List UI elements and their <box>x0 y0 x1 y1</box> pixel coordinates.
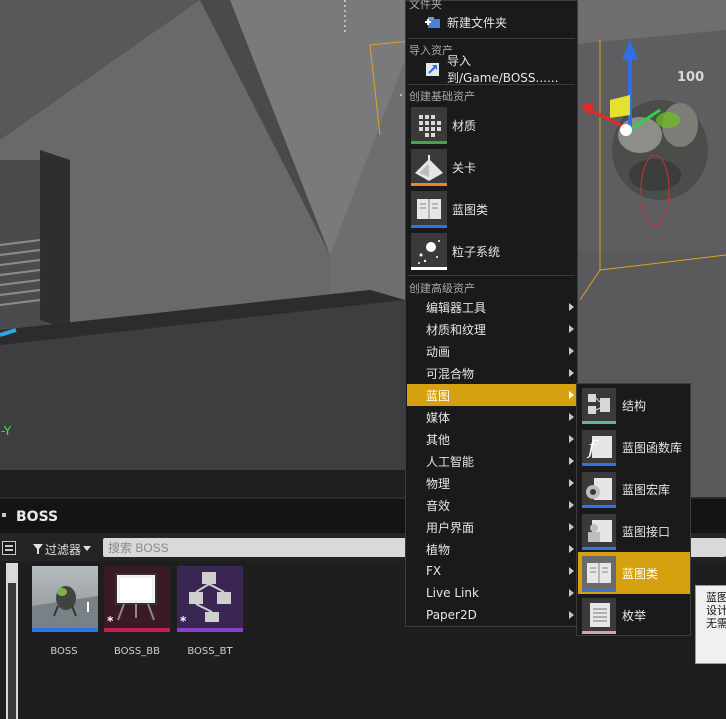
blueprint-class-icon <box>582 556 616 589</box>
tooltip-line-3: 无需 <box>706 617 726 630</box>
create-enum-item[interactable]: 枚举 <box>578 594 690 636</box>
folder-title: BOSS <box>16 509 59 525</box>
chevron-right-icon <box>569 501 574 509</box>
create-particle-system-item[interactable]: 粒子系统 <box>409 231 575 271</box>
blueprint-class-submenu-label: 蓝图类 <box>622 567 659 581</box>
folder-dot-icon <box>2 513 6 517</box>
menu-materials-textures[interactable]: 材质和纹理 <box>407 318 577 340</box>
create-structure-item[interactable]: 结构 <box>578 384 690 426</box>
menu-physics[interactable]: 物理 <box>407 472 577 494</box>
menu-miscellaneous[interactable]: 其他 <box>407 428 577 450</box>
asset-thumbnail <box>104 566 170 628</box>
asset-name-boss: BOSS <box>50 646 78 657</box>
chevron-right-icon <box>569 413 574 421</box>
import-item[interactable]: 导入到/Game/BOSS...... <box>425 54 577 85</box>
advanced-section-header: 创建高级资产 <box>409 282 475 295</box>
create-function-library-item[interactable]: f 蓝图函数库 <box>578 426 690 468</box>
import-label: 导入到/Game/BOSS...... <box>447 54 559 85</box>
menu-animation[interactable]: 动画 <box>407 340 577 362</box>
chevron-down-icon <box>83 546 92 551</box>
filter-button[interactable]: 过滤器 <box>33 541 92 557</box>
funnel-icon <box>33 544 43 554</box>
asset-name-boss-bb: BOSS_BB <box>114 646 160 657</box>
lod-label: 100 <box>677 70 705 85</box>
chevron-right-icon <box>569 435 574 443</box>
folder-section-header: 文件夹 <box>409 0 442 11</box>
tooltip-line-1: 蓝图 <box>706 591 726 604</box>
blueprint-class-icon <box>411 191 447 227</box>
menu-user-interface[interactable]: 用户界面 <box>407 516 577 538</box>
chevron-right-icon <box>569 347 574 355</box>
asset-tile-boss-bb[interactable]: * <box>104 566 170 632</box>
blueprint-class-label: 蓝图类 <box>452 203 489 217</box>
chevron-right-icon <box>569 369 574 377</box>
menu-editor-utilities[interactable]: 编辑器工具 <box>407 296 577 318</box>
chevron-right-icon <box>569 523 574 531</box>
chevron-right-icon <box>569 567 574 575</box>
blueprint-submenu: 结构 f 蓝图函数库 蓝图宏库 蓝图接口 蓝图类 枚举 <box>576 383 691 636</box>
chevron-right-icon <box>569 479 574 487</box>
structure-label: 结构 <box>622 399 647 413</box>
new-folder-icon <box>425 14 441 30</box>
menu-blueprints[interactable]: 蓝图 <box>407 384 577 406</box>
menu-blendables[interactable]: 可混合物 <box>407 362 577 384</box>
blueprint-interface-icon <box>582 514 616 547</box>
blackboard-icon <box>115 573 157 621</box>
menu-media[interactable]: 媒体 <box>407 406 577 428</box>
create-material-item[interactable]: 材质 <box>409 105 575 145</box>
material-label: 材质 <box>452 119 477 133</box>
asset-tile-boss[interactable] <box>32 566 98 632</box>
blueprint-interface-label: 蓝图接口 <box>622 525 671 539</box>
asset-thumbnail <box>177 566 243 628</box>
menu-fx[interactable]: FX <box>407 560 577 582</box>
blueprint-class-tooltip: 蓝图 设计 无需 <box>695 585 726 664</box>
particle-system-icon <box>411 233 447 269</box>
context-menu: 文件夹 新建文件夹 导入资产 导入到/Game/BOSS...... 创建基础资… <box>405 0 578 627</box>
menu-artificial-intelligence[interactable]: 人工智能 <box>407 450 577 472</box>
behavior-tree-icon <box>189 572 231 622</box>
menu-sounds[interactable]: 音效 <box>407 494 577 516</box>
function-library-icon: f <box>582 430 616 463</box>
macro-library-label: 蓝图宏库 <box>622 483 671 497</box>
chevron-right-icon <box>569 457 574 465</box>
character-thumbnail-icon <box>32 586 98 628</box>
unsaved-star-icon: * <box>107 614 114 628</box>
create-macro-library-item[interactable]: 蓝图宏库 <box>578 468 690 510</box>
asset-tile-boss-bt[interactable]: * <box>177 566 243 632</box>
create-blueprint-class-item[interactable]: 蓝图类 <box>409 189 575 229</box>
new-folder-label: 新建文件夹 <box>447 15 508 30</box>
create-blueprint-interface-item[interactable]: 蓝图接口 <box>578 510 690 552</box>
menu-live-link[interactable]: Live Link <box>407 582 577 604</box>
chevron-right-icon <box>569 611 574 619</box>
chevron-right-icon <box>569 589 574 597</box>
chevron-right-icon <box>569 325 574 333</box>
menu-foliage[interactable]: 植物 <box>407 538 577 560</box>
y-axis-label: -Y <box>1 424 12 438</box>
new-folder-item[interactable]: 新建文件夹 <box>425 12 507 32</box>
particle-system-label: 粒子系统 <box>452 245 501 259</box>
filter-label: 过滤器 <box>45 542 82 557</box>
structure-icon <box>582 388 616 421</box>
create-level-item[interactable]: 关卡 <box>409 147 575 187</box>
basic-section-header: 创建基础资产 <box>409 90 475 103</box>
unsaved-star-icon: * <box>180 614 187 628</box>
create-blueprint-class-submenu-item[interactable]: 蓝图类 <box>578 552 690 594</box>
macro-library-icon <box>582 472 616 505</box>
material-icon <box>411 107 447 143</box>
menu-paper2d[interactable]: Paper2D <box>407 604 577 626</box>
chevron-right-icon <box>569 303 574 311</box>
level-label: 关卡 <box>452 161 477 175</box>
chevron-right-icon <box>569 391 574 399</box>
level-icon <box>411 149 447 185</box>
import-icon <box>425 61 441 77</box>
function-library-label: 蓝图函数库 <box>622 441 683 455</box>
enum-icon <box>582 598 616 631</box>
sources-scrollbar[interactable] <box>6 563 18 719</box>
chevron-right-icon <box>569 545 574 553</box>
tooltip-line-2: 设计 <box>706 604 726 617</box>
asset-thumbnail <box>32 566 98 628</box>
enum-label: 枚举 <box>622 609 647 623</box>
asset-name-boss-bt: BOSS_BT <box>187 646 233 657</box>
view-options-icon[interactable] <box>2 541 16 555</box>
